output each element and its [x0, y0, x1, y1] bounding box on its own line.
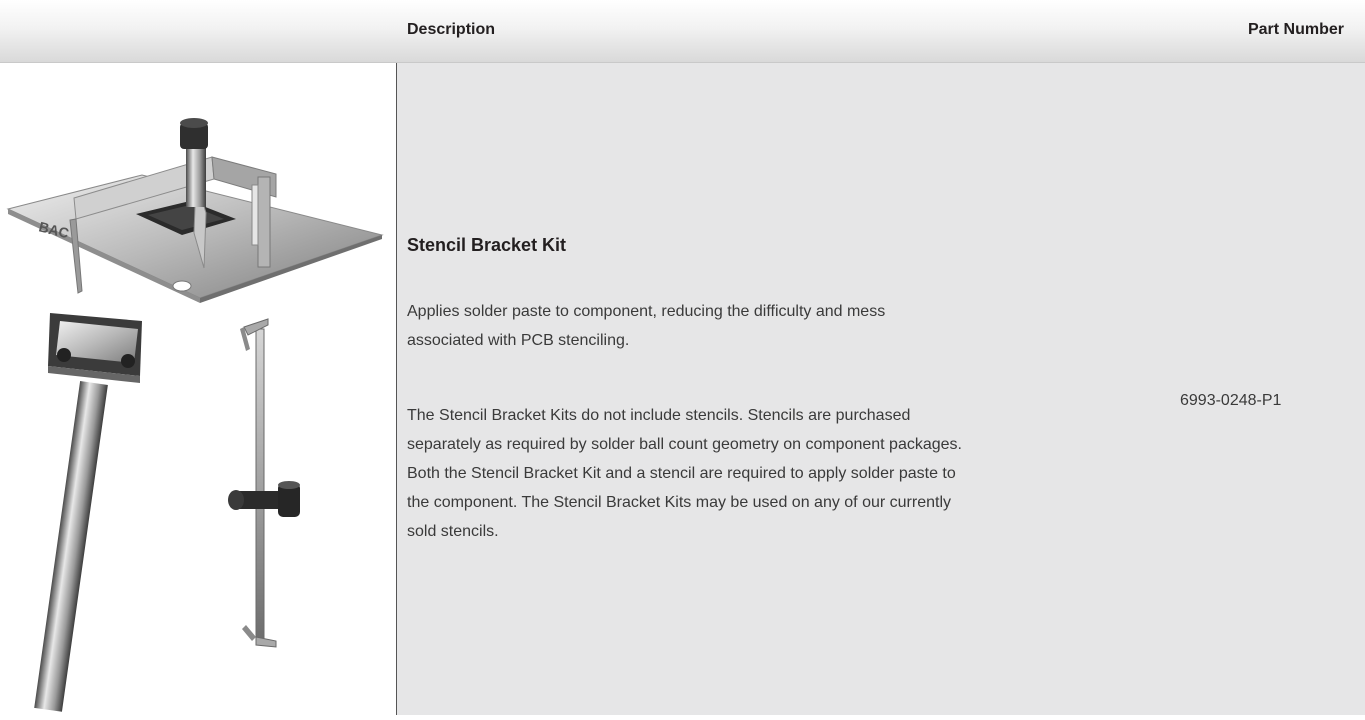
- description-paragraph-1: Applies solder paste to component, reduc…: [407, 297, 1107, 355]
- table-header: Description Part Number: [0, 0, 1365, 63]
- bracket-clamp-icon: [228, 318, 300, 648]
- stencil-bracket-plate-icon: BAC: [6, 118, 384, 303]
- product-title: Stencil Bracket Kit: [407, 235, 567, 255]
- description-cell: Stencil Bracket Kit Applies solder paste…: [397, 63, 1365, 715]
- part-number-value: 6993-0248-P1: [1180, 392, 1282, 409]
- description-line: The Stencil Bracket Kits do not include …: [407, 407, 911, 424]
- description-line: the component. The Stencil Bracket Kits …: [407, 494, 951, 511]
- column-header-part-number: Part Number: [1247, 21, 1344, 38]
- product-image-cell: BAC: [0, 63, 396, 715]
- description-line: Both the Stencil Bracket Kit and a stenc…: [407, 465, 956, 482]
- squeegee-tool-icon: [34, 313, 142, 712]
- description-line: separately as required by solder ball co…: [407, 436, 962, 453]
- description-line: Applies solder paste to component, reduc…: [407, 303, 886, 320]
- product-image: BAC: [6, 118, 384, 712]
- description-paragraph-2: The Stencil Bracket Kits do not include …: [407, 401, 1147, 546]
- description-line: associated with PCB stenciling.: [407, 332, 630, 349]
- column-header-description: Description: [407, 21, 496, 38]
- description-line: sold stencils.: [407, 523, 499, 540]
